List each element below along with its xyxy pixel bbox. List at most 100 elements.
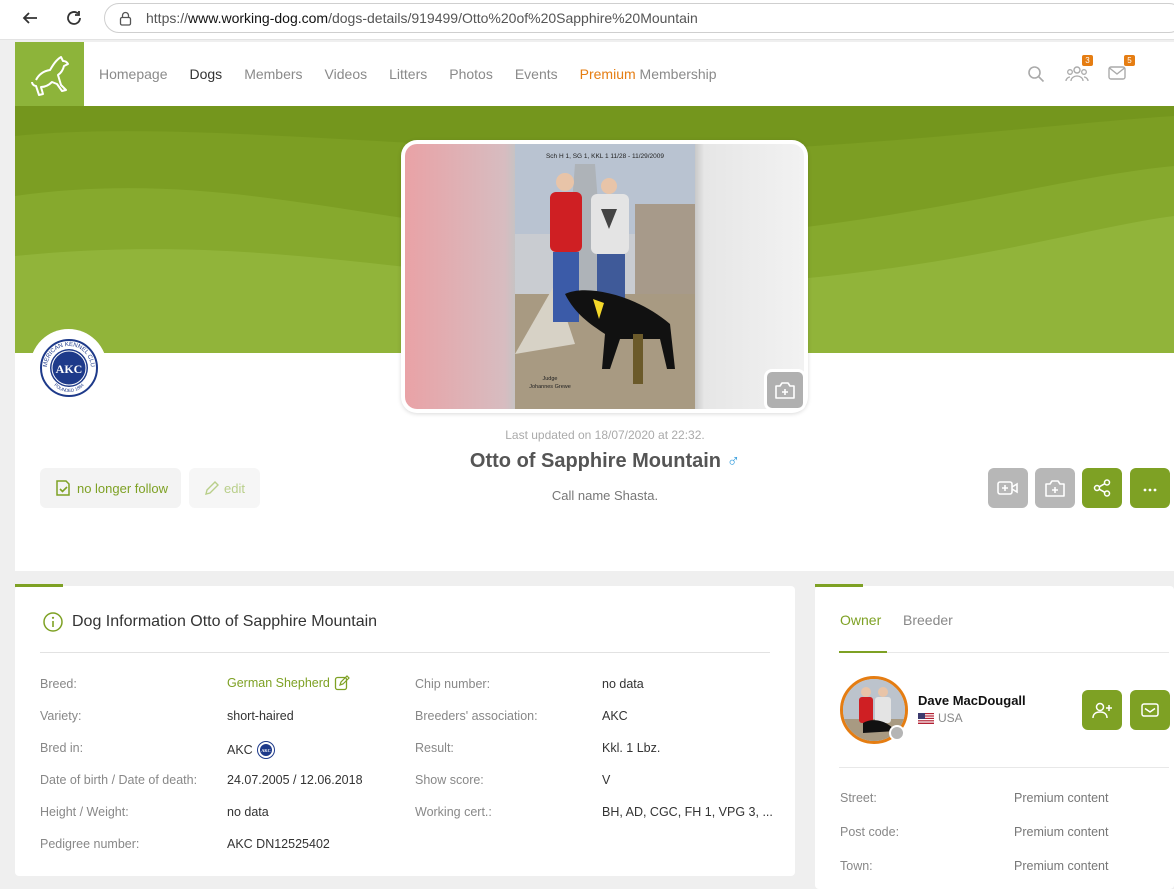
premium-word: Premium xyxy=(579,66,636,82)
dog-photo: Sch H 1, SG 1, KKL 1 11/28 - 11/29/2009 … xyxy=(405,144,804,409)
friends-icon[interactable]: 3 xyxy=(1065,55,1093,88)
card-accent xyxy=(815,584,863,587)
town-value: Premium content xyxy=(1014,859,1109,873)
owner-country-name: USA xyxy=(938,711,963,725)
result-value: Kkl. 1 Lbz. xyxy=(602,741,661,755)
owner-name[interactable]: Dave MacDougall xyxy=(918,693,1026,708)
post-code-value: Premium content xyxy=(1014,825,1109,839)
owner-country: USA xyxy=(918,711,963,725)
divider xyxy=(839,652,1169,653)
dog-photo-image: Sch H 1, SG 1, KKL 1 11/28 - 11/29/2009 … xyxy=(515,144,695,409)
more-options-button[interactable] xyxy=(1130,468,1170,508)
birth-death-value: 24.07.2005 / 12.06.2018 xyxy=(227,773,363,787)
add-video-button[interactable] xyxy=(988,468,1028,508)
show-score-value: V xyxy=(602,773,611,787)
user-plus-icon xyxy=(1092,702,1112,719)
lock-icon xyxy=(119,11,132,26)
dog-photo-frame[interactable]: Sch H 1, SG 1, KKL 1 11/28 - 11/29/2009 … xyxy=(401,140,808,413)
tab-breeder[interactable]: Breeder xyxy=(903,612,953,628)
pedigree-value: AKC DN12525402 xyxy=(227,837,330,851)
search-icon[interactable] xyxy=(1026,64,1050,88)
akc-logo: AMERICAN KENNEL CLUB FOUNDED 1884 AKC xyxy=(39,338,98,397)
photo-caption-judge-name: Johannes Grewe xyxy=(529,384,571,390)
breed-label: Breed: xyxy=(40,677,77,691)
photo-caption-top: Sch H 1, SG 1, KKL 1 11/28 - 11/29/2009 xyxy=(546,153,664,160)
last-updated: Last updated on 18/07/2020 at 22:32. xyxy=(505,428,705,442)
camera-plus-icon xyxy=(1045,480,1065,497)
divider xyxy=(839,767,1169,768)
card-accent xyxy=(15,584,63,587)
url-path: /dogs-details/919499/Otto%20of%20Sapphir… xyxy=(328,10,698,26)
nav-homepage[interactable]: Homepage xyxy=(99,66,168,82)
town-label: Town: xyxy=(840,859,873,873)
change-photo-button[interactable] xyxy=(764,369,806,411)
follow-check-icon xyxy=(56,480,70,496)
breeders-assoc-label: Breeders' association: xyxy=(415,709,538,723)
main-menu: Homepage Dogs Members Videos Litters Pho… xyxy=(99,42,739,106)
back-icon[interactable] xyxy=(16,6,44,30)
pedigree-label: Pedigree number: xyxy=(40,837,140,851)
friends-badge: 3 xyxy=(1082,55,1093,66)
unfollow-button[interactable]: no longer follow xyxy=(40,468,181,508)
reload-icon[interactable] xyxy=(60,6,88,30)
edit-note-icon xyxy=(334,675,350,691)
bred-in-label: Bred in: xyxy=(40,741,84,755)
photo-caption-judge: Judge xyxy=(543,376,558,382)
url-prefix: https:// xyxy=(146,10,189,26)
membership-word: Membership xyxy=(635,66,717,82)
show-score-label: Show score: xyxy=(415,773,484,787)
chip-value: no data xyxy=(602,677,644,691)
pencil-icon xyxy=(205,481,220,495)
chip-label: Chip number: xyxy=(415,677,491,691)
working-cert-label: Working cert.: xyxy=(415,805,492,819)
result-label: Result: xyxy=(415,741,454,755)
messages-icon[interactable]: 5 xyxy=(1107,55,1135,88)
info-icon xyxy=(43,612,63,632)
share-icon xyxy=(1093,479,1111,497)
tab-active-indicator xyxy=(839,651,887,653)
video-plus-icon xyxy=(997,481,1018,495)
tab-owner[interactable]: Owner xyxy=(840,612,881,628)
address-bar[interactable]: https://www.working-dog.com/dogs-details… xyxy=(104,3,1174,33)
nav-premium-membership[interactable]: Premium Membership xyxy=(580,66,717,82)
breeders-assoc-value: AKC xyxy=(602,709,628,723)
browser-toolbar: https://www.working-dog.com/dogs-details… xyxy=(0,0,1174,40)
dog-name-heading: Otto of Sapphire Mountain ♂ xyxy=(405,450,805,473)
kennel-club-avatar[interactable]: AMERICAN KENNEL CLUB FOUNDED 1884 AKC xyxy=(30,329,107,406)
send-message-button[interactable] xyxy=(1130,690,1170,730)
nav-litters[interactable]: Litters xyxy=(389,66,427,82)
akc-small-logo: AKC xyxy=(256,741,275,759)
post-code-label: Post code: xyxy=(840,825,900,839)
edit-label: edit xyxy=(224,480,245,496)
male-icon: ♂ xyxy=(726,451,741,471)
nav-dogs[interactable]: Dogs xyxy=(190,66,223,82)
envelope-icon xyxy=(1141,703,1159,717)
working-cert-value: BH, AD, CGC, FH 1, VPG 3, ... xyxy=(602,805,773,819)
divider xyxy=(40,652,770,653)
height-weight-label: Height / Weight: xyxy=(40,805,129,819)
height-weight-value: no data xyxy=(227,805,269,819)
share-button[interactable] xyxy=(1082,468,1122,508)
variety-label: Variety: xyxy=(40,709,82,723)
nav-events[interactable]: Events xyxy=(515,66,558,82)
add-photo-button[interactable] xyxy=(1035,468,1075,508)
us-flag-icon xyxy=(918,712,934,724)
messages-badge: 5 xyxy=(1124,55,1135,66)
street-value: Premium content xyxy=(1014,791,1109,805)
breed-value: German Shepherd xyxy=(227,676,330,690)
nav-videos[interactable]: Videos xyxy=(325,66,368,82)
camera-plus-icon xyxy=(775,382,795,399)
akc-center-text: AKC xyxy=(55,362,82,376)
dog-logo-icon xyxy=(30,56,69,96)
bred-in-value-group: AKC AKC xyxy=(227,741,275,759)
unfollow-label: no longer follow xyxy=(76,480,169,496)
site-navbar: Homepage Dogs Members Videos Litters Pho… xyxy=(15,42,1174,106)
site-logo[interactable] xyxy=(15,42,84,106)
breed-link[interactable]: German Shepherd xyxy=(227,675,350,691)
edit-button[interactable]: edit xyxy=(189,468,260,508)
nav-photos[interactable]: Photos xyxy=(449,66,493,82)
add-friend-button[interactable] xyxy=(1082,690,1122,730)
url-host: www.working-dog.com xyxy=(188,10,329,26)
nav-members[interactable]: Members xyxy=(244,66,302,82)
birth-death-label: Date of birth / Date of death: xyxy=(40,773,198,787)
